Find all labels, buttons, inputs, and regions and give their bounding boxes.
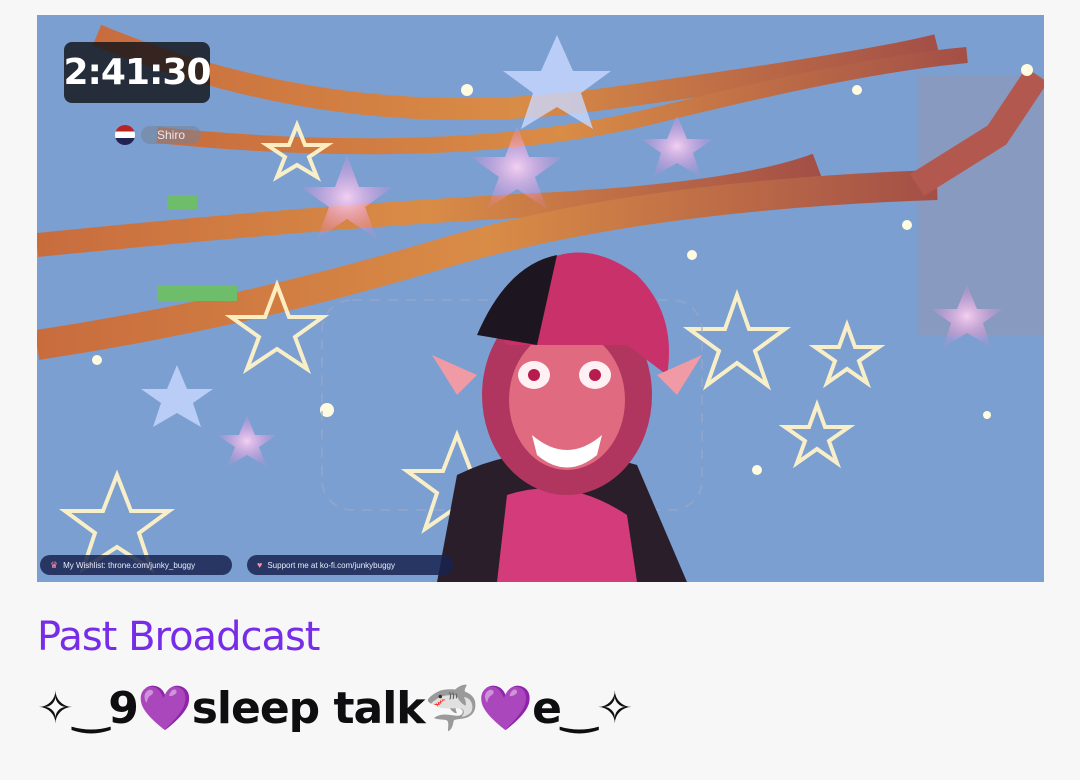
- duration-badge: 2:41:30: [63, 42, 212, 103]
- past-broadcast-label: Past Broadcast: [37, 614, 320, 660]
- crown-icon: ♛: [50, 559, 59, 570]
- support-overlay-text: Support me at ko-fi.com/junkybuggy: [267, 560, 395, 570]
- flag-icon: [115, 125, 135, 145]
- video-card[interactable]: 2:41:30 Shiro ♛ My Wishlist: throne.com/…: [0, 0, 1080, 780]
- wishlist-overlay: ♛ My Wishlist: throne.com/junky_buggy: [40, 555, 232, 575]
- wishlist-overlay-text: My Wishlist: throne.com/junky_buggy: [63, 560, 196, 570]
- video-thumbnail[interactable]: 2:41:30 Shiro ♛ My Wishlist: throne.com/…: [37, 15, 1044, 582]
- in-stream-nameplate: Shiro: [115, 125, 202, 145]
- support-overlay: ♥ Support me at ko-fi.com/junkybuggy: [247, 555, 453, 575]
- duration-text: 2:41:30: [63, 52, 211, 93]
- nameplate-text: Shiro: [141, 126, 202, 144]
- heart-icon: ♥: [257, 560, 263, 570]
- video-title[interactable]: ✧‿9💜sleep talk🦈💜e‿✧: [37, 682, 633, 734]
